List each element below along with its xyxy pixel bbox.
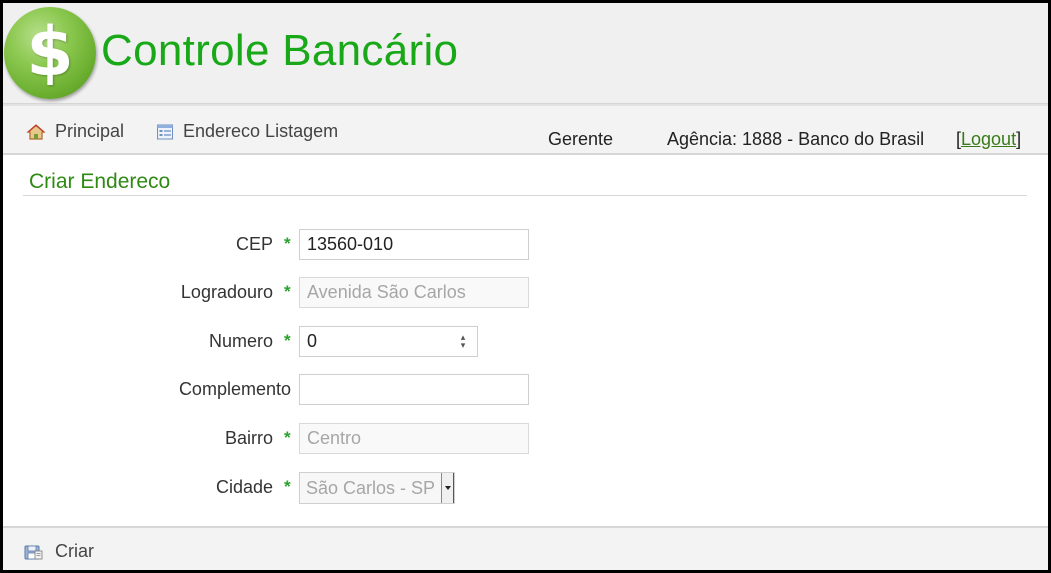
- required-marker: *: [284, 477, 291, 496]
- logout-bracket-close: ]: [1016, 129, 1022, 149]
- nav-item-principal[interactable]: Principal: [26, 121, 124, 142]
- app-title: Controle Bancário: [101, 26, 459, 75]
- numero-label: Numero: [208, 331, 273, 351]
- home-icon: [26, 123, 46, 140]
- form-row-cidade: Cidade * São Carlos - SP: [3, 472, 1048, 504]
- logout-container: [Logout]: [956, 129, 1021, 150]
- criar-button-label: Criar: [55, 541, 94, 561]
- logo-symbol: $: [26, 13, 74, 92]
- cep-input[interactable]: [299, 229, 529, 260]
- form-row-logradouro: Logradouro *: [3, 277, 1048, 309]
- app-header: $ Controle Bancário: [3, 3, 1048, 104]
- form-row-bairro: Bairro *: [3, 423, 1048, 455]
- nav-item-label: Endereco Listagem: [183, 121, 339, 141]
- logradouro-input: [299, 277, 529, 308]
- nav-bar: Principal Endereco Listagem Gerente Agên…: [3, 104, 1048, 155]
- bairro-label: Bairro: [224, 428, 273, 448]
- numero-stepper-icon[interactable]: ▴ ▾: [458, 333, 468, 350]
- form-row-numero: Numero * ▴▾: [3, 326, 1048, 358]
- agency-info: Agência: 1888 - Banco do Brasil: [667, 129, 925, 149]
- page-title: Criar Endereco: [29, 170, 171, 193]
- required-marker: *: [284, 331, 291, 350]
- complemento-input[interactable]: [299, 374, 529, 405]
- nav-item-label: Principal: [55, 121, 125, 141]
- required-marker: *: [284, 234, 291, 253]
- cidade-label: Cidade: [215, 477, 273, 497]
- cidade-select[interactable]: São Carlos - SP: [299, 472, 455, 504]
- bairro-input: [299, 423, 529, 454]
- app-window: $ Controle Bancário Principal Endereco L…: [3, 3, 1048, 570]
- user-role: Gerente: [548, 129, 614, 149]
- title-divider: [23, 195, 1027, 196]
- action-bar: Criar: [3, 526, 1048, 570]
- list-document-icon: [157, 124, 173, 139]
- nav-item-endereco-listagem[interactable]: Endereco Listagem: [156, 121, 338, 142]
- form-row-cep: CEP *: [3, 229, 1048, 261]
- numero-input[interactable]: [299, 326, 478, 357]
- criar-button[interactable]: Criar: [23, 541, 94, 562]
- required-marker: *: [284, 282, 291, 301]
- logout-link[interactable]: Logout: [961, 129, 1016, 149]
- complemento-label: Complemento: [178, 379, 291, 399]
- save-icon: [24, 545, 43, 559]
- logradouro-label: Logradouro: [180, 282, 273, 302]
- dollar-logo-icon: $: [4, 7, 96, 99]
- chevron-down-icon[interactable]: [441, 473, 454, 503]
- cep-label: CEP: [235, 234, 273, 254]
- cidade-selected-value: São Carlos - SP: [306, 478, 436, 498]
- form-row-complemento: Complemento: [3, 374, 1048, 406]
- required-marker: *: [284, 428, 291, 447]
